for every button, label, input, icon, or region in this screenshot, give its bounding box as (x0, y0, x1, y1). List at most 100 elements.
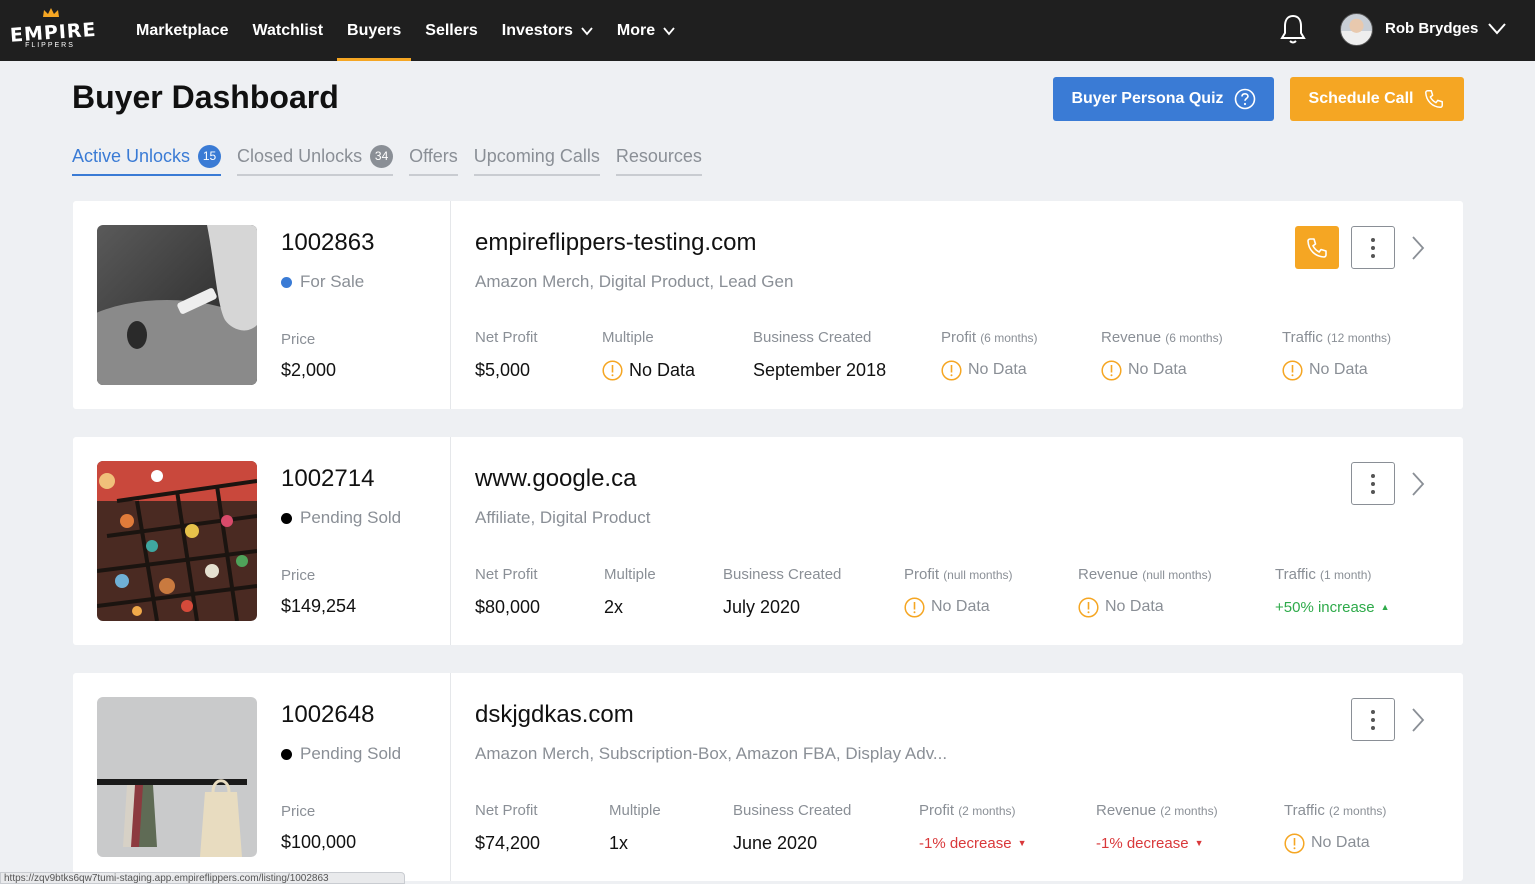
warning-icon (1284, 832, 1305, 854)
trend-down-icon: ▼ (1017, 838, 1027, 848)
listing-image (97, 225, 257, 385)
buyer-persona-quiz-button[interactable]: Buyer Persona Quiz (1053, 77, 1274, 121)
tab-closed-unlocks[interactable]: Closed Unlocks 34 (237, 143, 394, 176)
page-title: Buyer Dashboard (72, 79, 339, 115)
metric-business-created: Business Created September 2018 (753, 329, 887, 380)
card-divider (450, 201, 451, 409)
price-label: Price (281, 567, 316, 584)
metric-traffic: Traffic (12 months) No Data (1282, 329, 1391, 381)
listing-status: For Sale (281, 272, 364, 292)
listing-card[interactable]: 1002714 Pending Sold Price $149,254 www.… (73, 437, 1463, 645)
listing-image (97, 697, 257, 857)
listing-card[interactable]: 1002648 Pending Sold Price $100,000 dskj… (73, 673, 1463, 881)
tab-resources[interactable]: Resources (615, 143, 702, 176)
metric-traffic: Traffic (1 month) +50% increase ▲ (1275, 566, 1390, 616)
logo-sub: FLIPPERS (25, 42, 75, 49)
metric-revenue: Revenue (6 months) No Data (1101, 329, 1223, 381)
tab-offers[interactable]: Offers (409, 143, 458, 176)
nav-marketplace[interactable]: Marketplace (124, 0, 241, 61)
metric-traffic: Traffic (2 months) No Data (1284, 802, 1386, 854)
main-nav: Marketplace Watchlist Buyers Sellers Inv… (124, 0, 687, 61)
warning-icon (1078, 596, 1099, 618)
nav-buyers[interactable]: Buyers (335, 0, 413, 61)
listing-id[interactable]: 1002648 (281, 701, 374, 729)
metric-net-profit: Net Profit $74,200 (475, 802, 541, 853)
user-name[interactable]: Rob Brydges (1385, 20, 1478, 37)
listing-price: $100,000 (281, 832, 357, 852)
metric-net-profit: Net Profit $80,000 (475, 566, 541, 617)
price-label: Price (281, 331, 316, 348)
listing-categories: Affiliate, Digital Product (475, 508, 651, 527)
metric-revenue: Revenue (2 months) -1% decrease ▼ (1096, 802, 1218, 852)
nav-sellers[interactable]: Sellers (413, 0, 489, 61)
metric-multiple: Multiple 2x (604, 566, 656, 617)
listing-id[interactable]: 1002863 (281, 229, 374, 257)
more-options-button[interactable] (1351, 462, 1395, 505)
metric-revenue: Revenue (null months) No Data (1078, 566, 1212, 618)
tab-active-unlocks[interactable]: Active Unlocks 15 (72, 143, 222, 176)
more-vertical-icon (1371, 473, 1375, 494)
listing-image (97, 461, 257, 621)
trend-down-icon: ▼ (1194, 838, 1204, 848)
metric-profit: Profit (null months) No Data (904, 566, 1013, 618)
phone-icon (1425, 90, 1444, 108)
avatar[interactable] (1340, 13, 1373, 46)
dashboard-tabs: Active Unlocks 15 Closed Unlocks 34 Offe… (72, 143, 702, 176)
listing-site[interactable]: www.google.ca (475, 465, 636, 493)
metric-net-profit: Net Profit $5,000 (475, 329, 538, 380)
chevron-right-icon[interactable] (1411, 471, 1425, 497)
listing-categories: Amazon Merch, Subscription-Box, Amazon F… (475, 744, 948, 763)
tab-upcoming-calls[interactable]: Upcoming Calls (473, 143, 600, 176)
price-label: Price (281, 803, 316, 820)
listing-thumbnail[interactable] (97, 225, 257, 385)
status-dot (281, 748, 292, 760)
metric-multiple: Multiple 1x (609, 802, 661, 853)
warning-icon (1101, 359, 1122, 381)
trend-up-icon: ▲ (1380, 602, 1390, 612)
listing-price: $149,254 (281, 596, 357, 616)
nav-more[interactable]: More (605, 0, 687, 61)
listing-categories: Amazon Merch, Digital Product, Lead Gen (475, 272, 794, 291)
metric-profit: Profit (2 months) -1% decrease ▼ (919, 802, 1027, 852)
listing-status: Pending Sold (281, 744, 401, 764)
metric-profit: Profit (6 months) No Data (941, 329, 1038, 381)
listing-id[interactable]: 1002714 (281, 465, 374, 493)
warning-icon (941, 359, 962, 381)
empire-flippers-logo[interactable]: EMPIRE FLIPPERS (9, 8, 97, 52)
nav-investors[interactable]: Investors (490, 0, 605, 61)
warning-icon (904, 596, 925, 618)
browser-status-url: https://zqv9btks6qw7tumi-staging.app.emp… (0, 872, 405, 884)
warning-icon (1282, 359, 1303, 381)
chevron-right-icon[interactable] (1411, 707, 1425, 733)
crown-icon (43, 8, 59, 17)
listing-thumbnail[interactable] (97, 697, 257, 857)
chevron-down-icon (663, 26, 675, 35)
card-divider (450, 673, 451, 881)
question-circle-icon (1234, 88, 1255, 110)
listing-site[interactable]: dskjgdkas.com (475, 701, 634, 729)
nav-watchlist[interactable]: Watchlist (241, 0, 336, 61)
count-badge: 15 (198, 144, 222, 168)
listing-site[interactable]: empireflippers-testing.com (475, 229, 756, 257)
card-divider (450, 437, 451, 645)
listing-price: $2,000 (281, 360, 337, 380)
schedule-call-button[interactable]: Schedule Call (1290, 77, 1464, 121)
chevron-right-icon[interactable] (1411, 235, 1425, 261)
metric-business-created: Business Created July 2020 (723, 566, 842, 617)
status-dot (281, 276, 292, 288)
metric-multiple: Multiple No Data (602, 329, 696, 381)
more-options-button[interactable] (1351, 226, 1395, 269)
more-options-button[interactable] (1351, 698, 1395, 741)
call-seller-button[interactable] (1295, 226, 1339, 269)
phone-icon (1307, 237, 1327, 258)
warning-icon (602, 359, 623, 381)
top-navbar: EMPIRE FLIPPERS Marketplace Watchlist Bu… (0, 0, 1535, 61)
chevron-down-icon (581, 26, 593, 35)
metric-business-created: Business Created June 2020 (733, 802, 852, 853)
listing-thumbnail[interactable] (97, 461, 257, 621)
chevron-down-icon[interactable] (1487, 20, 1507, 36)
listing-card[interactable]: 1002863 For Sale Price $2,000 empireflip… (73, 201, 1463, 409)
listing-status: Pending Sold (281, 508, 401, 528)
more-vertical-icon (1371, 237, 1375, 258)
notification-bell-icon[interactable] (1279, 13, 1307, 45)
